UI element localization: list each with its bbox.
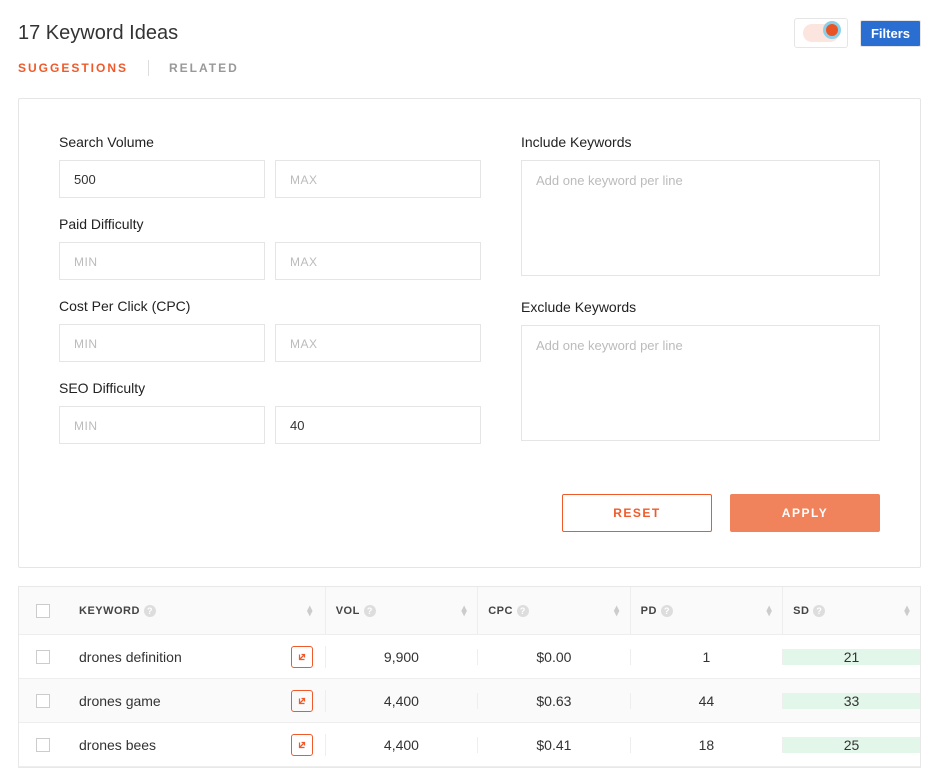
keyword-text: drones definition (79, 649, 182, 665)
sd-cell: 21 (783, 649, 920, 665)
vol-cell: 4,400 (326, 737, 478, 753)
search-volume-min-input[interactable] (59, 160, 265, 198)
seo-difficulty-min-input[interactable] (59, 406, 265, 444)
col-sd[interactable]: SD (793, 605, 809, 617)
col-pd[interactable]: PD (641, 605, 657, 617)
cpc-min-input[interactable] (59, 324, 265, 362)
paid-difficulty-min-input[interactable] (59, 242, 265, 280)
keywords-table: Keyword? ▴▾ Vol? ▴▾ CPC? ▴▾ PD? ▴▾ SD? ▴… (18, 586, 921, 768)
exclude-keywords-label: Exclude Keywords (521, 299, 880, 315)
apply-button[interactable]: Apply (730, 494, 880, 532)
export-icon[interactable] (291, 690, 313, 712)
export-icon[interactable] (291, 734, 313, 756)
reset-button[interactable]: Reset (562, 494, 712, 532)
vol-cell: 4,400 (326, 693, 478, 709)
filters-toggle[interactable] (803, 24, 839, 42)
col-vol[interactable]: Vol (336, 605, 360, 617)
seo-difficulty-label: SEO Difficulty (59, 380, 481, 396)
help-icon[interactable]: ? (661, 605, 673, 617)
sd-cell: 33 (783, 693, 920, 709)
tab-separator (148, 60, 149, 76)
cpc-cell: $0.63 (478, 693, 630, 709)
table-header-row: Keyword? ▴▾ Vol? ▴▾ CPC? ▴▾ PD? ▴▾ SD? ▴… (19, 587, 920, 635)
filters-panel: Search Volume Paid Difficulty Cost Per C… (18, 98, 921, 568)
select-all-checkbox[interactable] (36, 604, 50, 618)
row-checkbox[interactable] (36, 738, 50, 752)
help-icon[interactable]: ? (144, 605, 156, 617)
exclude-keywords-textarea[interactable] (521, 325, 880, 441)
search-volume-max-input[interactable] (275, 160, 481, 198)
table-row: drones definition 9,900$0.00121 (19, 635, 920, 679)
sort-icon[interactable]: ▴▾ (462, 606, 468, 616)
col-cpc[interactable]: CPC (488, 605, 513, 617)
filters-button[interactable]: Filters (860, 20, 921, 47)
cpc-cell: $0.00 (478, 649, 630, 665)
row-checkbox[interactable] (36, 694, 50, 708)
paid-difficulty-label: Paid Difficulty (59, 216, 481, 232)
help-icon[interactable]: ? (364, 605, 376, 617)
tabs: Suggestions Related (0, 48, 939, 88)
pd-cell: 1 (631, 649, 783, 665)
sort-icon[interactable]: ▴▾ (614, 606, 620, 616)
vol-cell: 9,900 (326, 649, 478, 665)
include-keywords-textarea[interactable] (521, 160, 880, 276)
cpc-label: Cost Per Click (CPC) (59, 298, 481, 314)
pd-cell: 18 (631, 737, 783, 753)
cpc-cell: $0.41 (478, 737, 630, 753)
sort-icon[interactable]: ▴▾ (767, 606, 773, 616)
include-keywords-label: Include Keywords (521, 134, 880, 150)
export-icon[interactable] (291, 646, 313, 668)
sort-icon[interactable]: ▴▾ (307, 606, 313, 616)
keyword-text: drones bees (79, 737, 156, 753)
toggle-knob (823, 21, 841, 39)
tab-suggestions[interactable]: Suggestions (18, 61, 128, 75)
search-volume-label: Search Volume (59, 134, 481, 150)
page-title: 17 Keyword Ideas (18, 22, 178, 45)
table-row: drones game 4,400$0.634433 (19, 679, 920, 723)
pd-cell: 44 (631, 693, 783, 709)
row-checkbox[interactable] (36, 650, 50, 664)
filters-toggle-container (794, 18, 848, 48)
sort-icon[interactable]: ▴▾ (904, 606, 910, 616)
seo-difficulty-max-input[interactable] (275, 406, 481, 444)
keyword-text: drones game (79, 693, 161, 709)
paid-difficulty-max-input[interactable] (275, 242, 481, 280)
tab-related[interactable]: Related (169, 61, 239, 75)
cpc-max-input[interactable] (275, 324, 481, 362)
help-icon[interactable]: ? (813, 605, 825, 617)
sd-cell: 25 (783, 737, 920, 753)
col-keyword[interactable]: Keyword (79, 605, 140, 617)
table-row: drones bees 4,400$0.411825 (19, 723, 920, 767)
help-icon[interactable]: ? (517, 605, 529, 617)
